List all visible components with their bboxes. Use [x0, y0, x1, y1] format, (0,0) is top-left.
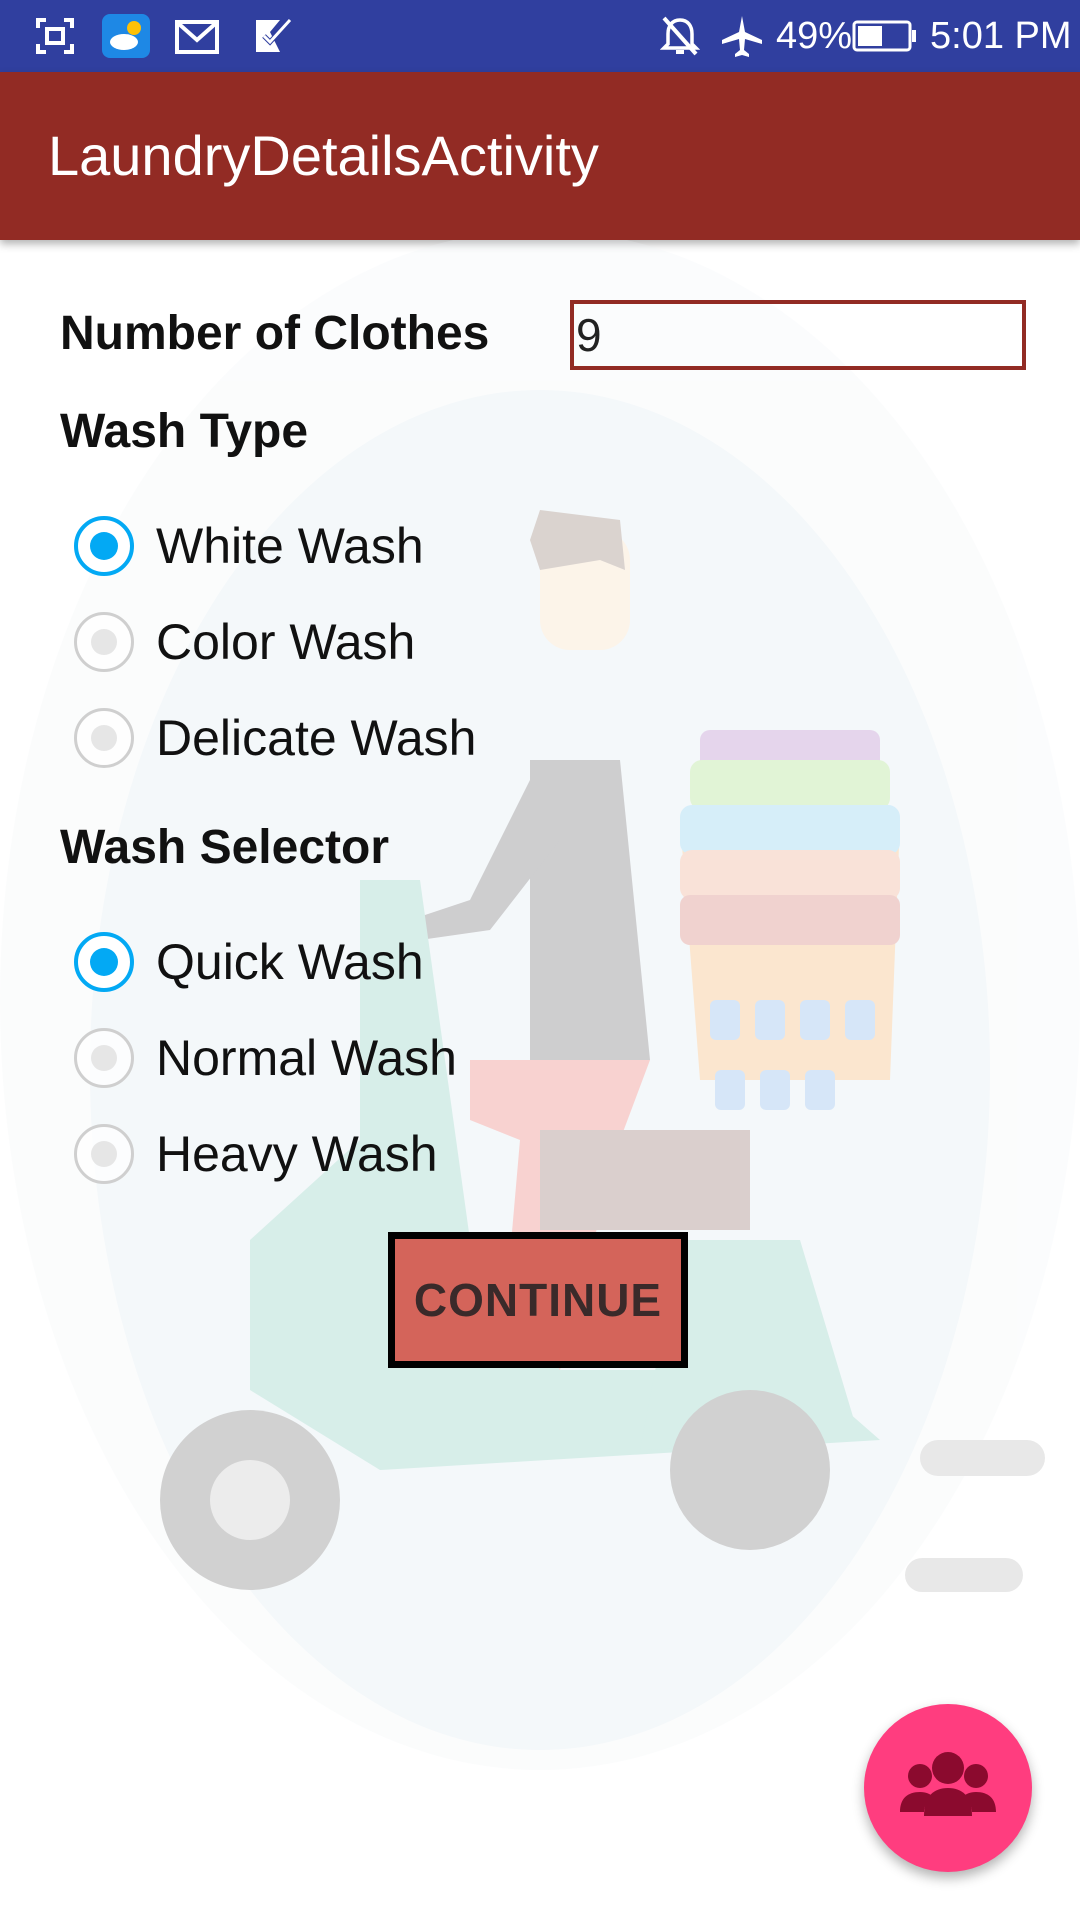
app-bar: LaundryDetailsActivity	[0, 72, 1080, 240]
group-icon	[900, 1752, 996, 1816]
notifications-off-icon	[660, 16, 700, 56]
screenshot-icon	[36, 18, 74, 54]
radio-label: White Wash	[156, 518, 424, 574]
radio-button[interactable]	[74, 708, 134, 768]
clothes-count-label: Number of Clothes	[60, 307, 490, 360]
radio-button[interactable]	[74, 1028, 134, 1088]
wash-selector-label: Wash Selector	[60, 821, 389, 874]
clothes-count-input[interactable]: 9	[570, 300, 1026, 370]
radio-label: Color Wash	[156, 614, 416, 670]
radio-label: Delicate Wash	[156, 710, 477, 766]
weather-icon	[102, 14, 150, 58]
battery-icon	[852, 20, 916, 52]
task-check-icon	[256, 18, 292, 52]
laundry-details-content: Number of Clothes 9 Wash Type White Wash…	[0, 240, 1080, 1920]
radio-label: Normal Wash	[156, 1030, 457, 1086]
wash-type-label: Wash Type	[60, 405, 309, 458]
group-fab-button[interactable]	[864, 1704, 1032, 1872]
radio-button[interactable]	[74, 612, 134, 672]
continue-button[interactable]: CONTINUE	[388, 1232, 688, 1368]
status-bar: 49% 5:01 PM	[0, 0, 1080, 72]
clock: 5:01 PM	[930, 15, 1072, 57]
radio-label: Heavy Wash	[156, 1126, 438, 1182]
radio-button[interactable]	[74, 516, 134, 576]
page-title: LaundryDetailsActivity	[48, 124, 599, 187]
radio-button[interactable]	[74, 1124, 134, 1184]
gmail-icon	[175, 20, 219, 54]
battery-percent: 49%	[776, 15, 853, 57]
radio-label: Quick Wash	[156, 934, 424, 990]
airplane-icon	[722, 16, 762, 57]
radio-button[interactable]	[74, 932, 134, 992]
